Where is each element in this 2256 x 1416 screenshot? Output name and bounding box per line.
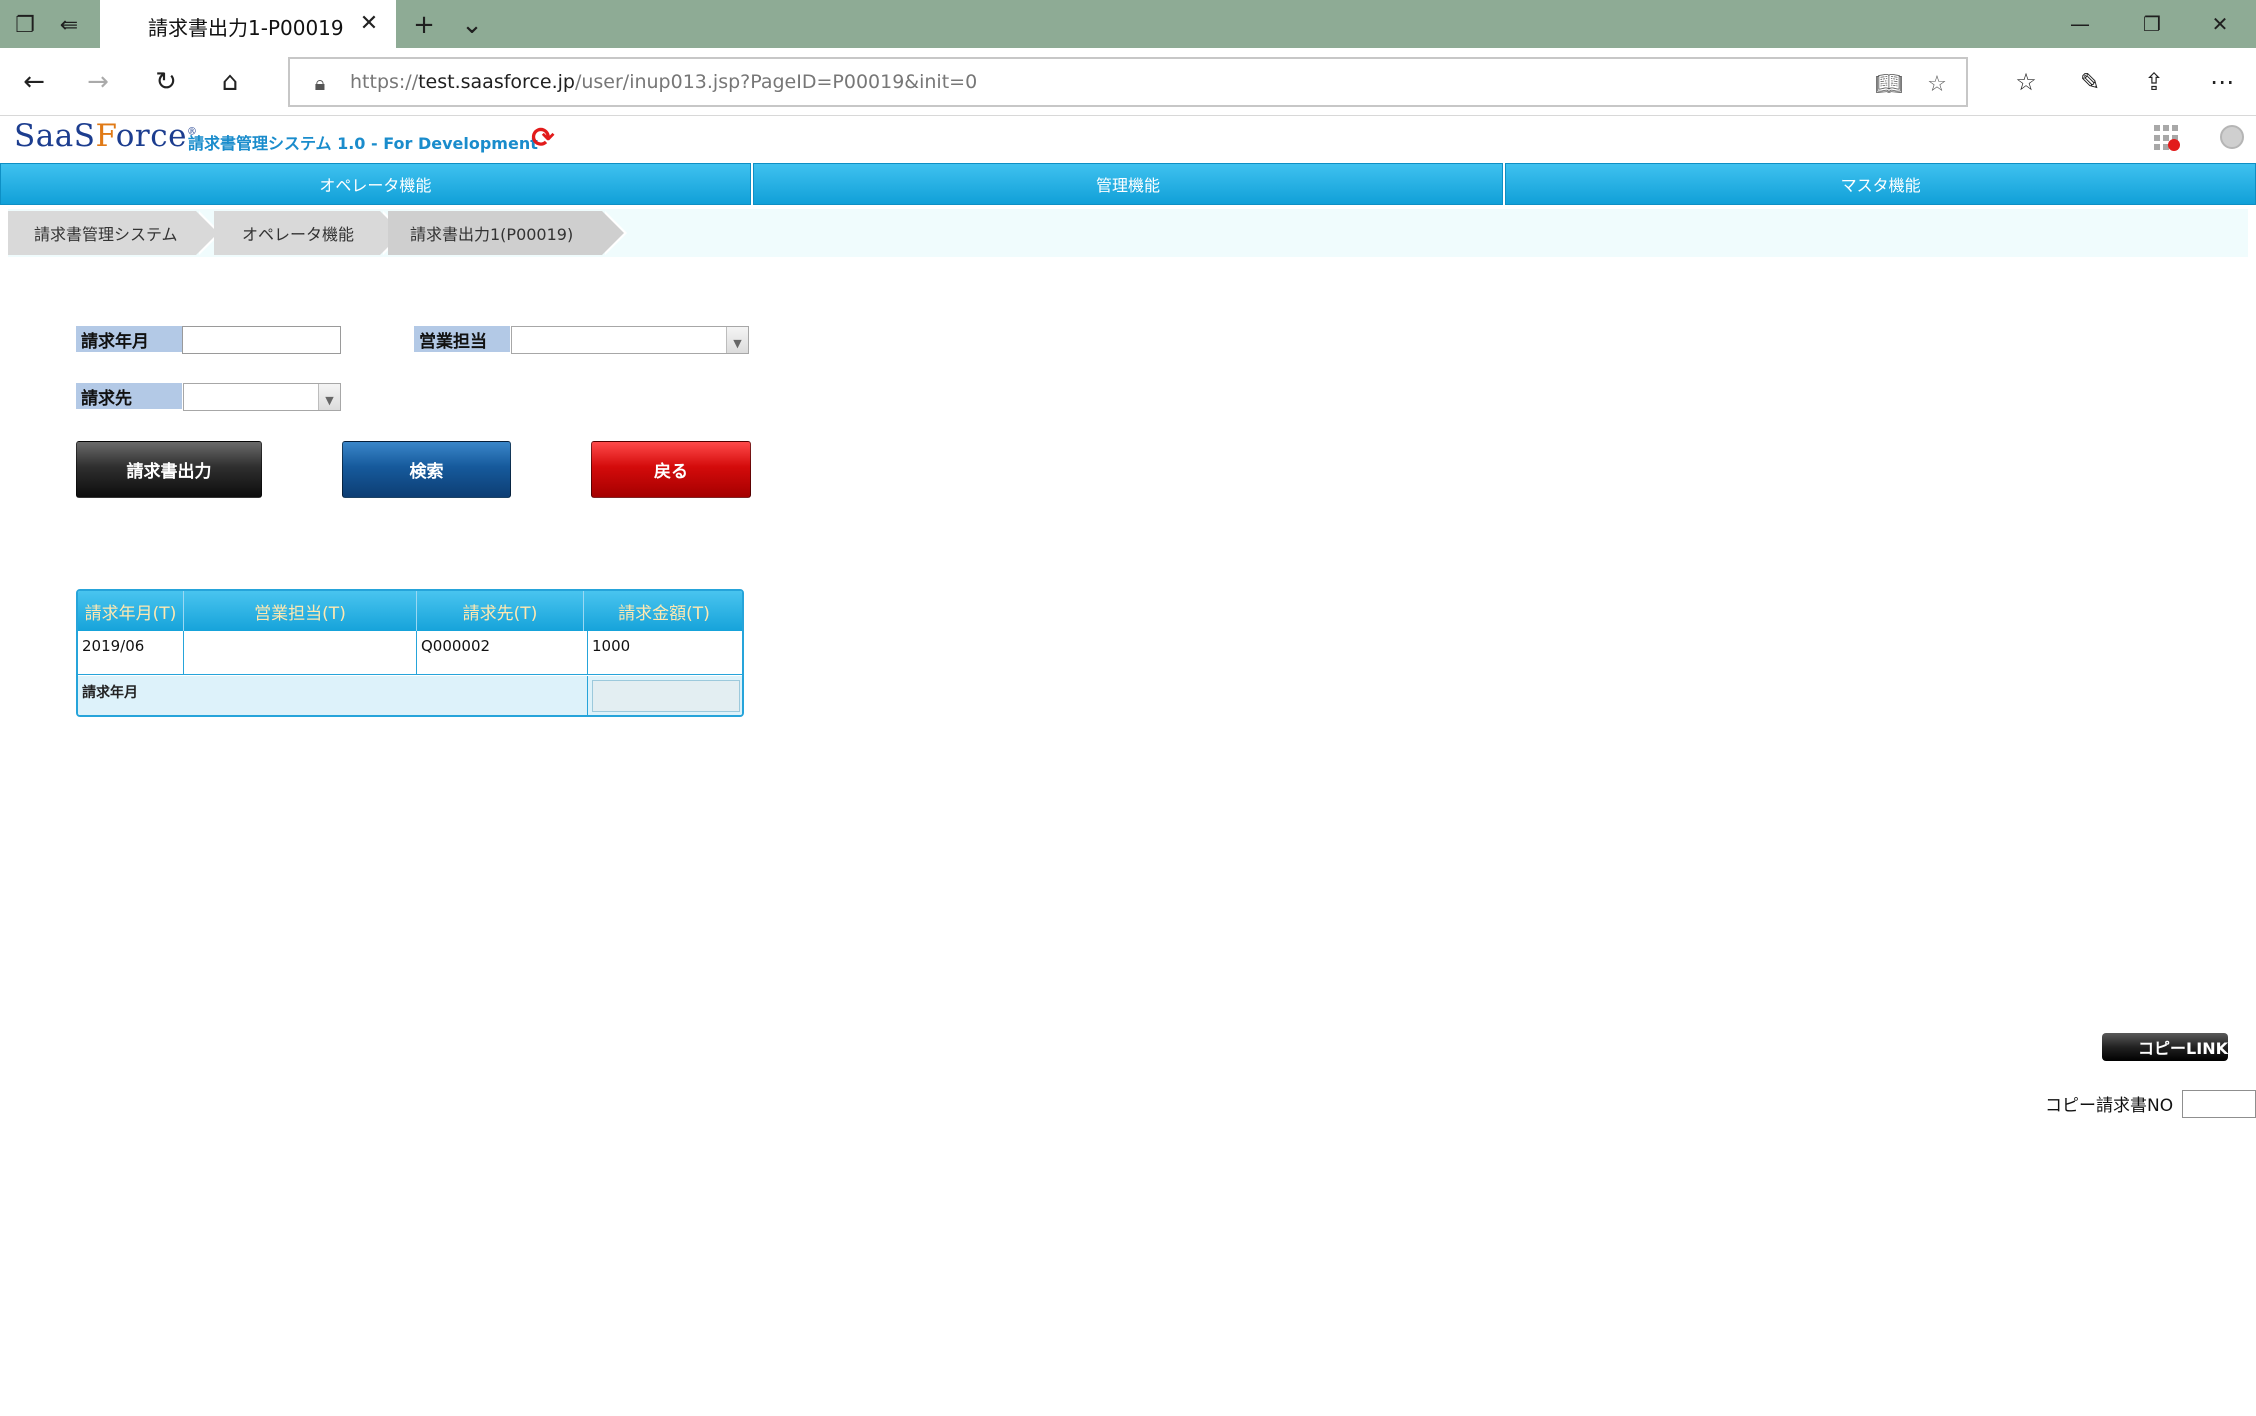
invoice-output-button[interactable]: 請求書出力 xyxy=(76,441,262,498)
more-menu-icon[interactable]: ⋯ xyxy=(2204,64,2240,100)
dropdown-arrow-icon[interactable]: ▼ xyxy=(726,327,748,353)
dropdown-arrow-icon[interactable]: ▼ xyxy=(318,384,340,410)
column-header-sales-rep[interactable]: 営業担当(T) xyxy=(184,591,417,631)
lock-icon: 🔒︎ xyxy=(314,71,326,95)
url-text: https://test.saasforce.jp/user/inup013.j… xyxy=(350,71,978,93)
customer-label: 請求先 xyxy=(76,383,182,409)
column-header-amount[interactable]: 請求金額(T) xyxy=(584,591,742,631)
new-tab-icon[interactable]: + xyxy=(408,9,440,41)
restore-icon[interactable]: ❐ xyxy=(2132,6,2172,42)
copy-invoice-no-label: コピー請求書NO xyxy=(2045,1096,2174,1116)
results-grid: 請求年月(T) 営業担当(T) 請求先(T) 請求金額(T) 2019/06 Q… xyxy=(76,589,744,717)
share-icon[interactable]: ⇪ xyxy=(2136,64,2172,100)
table-cell-billing-month[interactable]: 2019/06 xyxy=(78,631,184,675)
browser-navbar: ← → ↻ ⌂ 🔒︎ https://test.saasforce.jp/use… xyxy=(0,48,2256,116)
table-cell-sales-rep[interactable] xyxy=(184,631,417,675)
user-avatar-icon[interactable] xyxy=(2220,125,2244,149)
table-cell-customer[interactable]: Q000002 xyxy=(417,631,588,675)
reload-icon[interactable]: ↻ xyxy=(148,64,184,100)
sales-rep-label: 営業担当 xyxy=(414,326,510,352)
menu-master[interactable]: マスタ機能 xyxy=(1505,163,2256,205)
tab-actions-icon[interactable]: ❐ xyxy=(10,10,40,40)
reading-view-icon[interactable]: 📖︎ xyxy=(1874,69,1904,99)
close-tab-icon[interactable]: ✕ xyxy=(354,8,384,38)
breadcrumb-current: 請求書出力1(P00019) xyxy=(388,211,627,255)
tab-title: 請求書出力1-P00019 xyxy=(148,16,344,40)
column-header-customer[interactable]: 請求先(T) xyxy=(417,591,584,631)
pen-notes-icon[interactable]: ✎ xyxy=(2072,64,2108,100)
close-window-icon[interactable]: ✕ xyxy=(2200,6,2240,42)
copy-link-button[interactable]: コピーLINK xyxy=(2102,1033,2228,1061)
menu-admin[interactable]: 管理機能 xyxy=(752,163,1504,205)
back-arrow-icon[interactable]: ← xyxy=(16,64,52,100)
saasforce-logo[interactable]: SaaSForce® xyxy=(14,118,197,154)
browser-tab[interactable]: 請求書出力1-P00019 ✕ xyxy=(100,0,396,48)
grid-footer-total xyxy=(588,676,742,715)
breadcrumb-system[interactable]: 請求書管理システム xyxy=(8,211,221,255)
app-header: SaaSForce® 請求書管理システム 1.0 - For Developme… xyxy=(0,116,2256,162)
billing-month-label: 請求年月 xyxy=(76,326,182,352)
grid-footer-label: 請求年月 xyxy=(78,676,588,715)
favorite-star-icon[interactable]: ☆ xyxy=(1922,69,1952,99)
main-menu: オペレータ機能 管理機能 マスタ機能 xyxy=(0,163,2256,205)
breadcrumb-operator[interactable]: オペレータ機能 xyxy=(214,211,405,255)
address-bar[interactable]: 🔒︎ https://test.saasforce.jp/user/inup01… xyxy=(288,57,1968,107)
search-button[interactable]: 検索 xyxy=(342,441,511,498)
billing-month-input[interactable] xyxy=(182,326,341,354)
tab-list-chevron-icon[interactable]: ⌄ xyxy=(456,9,488,41)
copy-invoice-no-input[interactable] xyxy=(2182,1090,2256,1118)
sales-rep-select[interactable]: ▼ xyxy=(511,326,749,354)
forward-arrow-icon[interactable]: → xyxy=(80,64,116,100)
browser-titlebar: ❐ ⇚ 請求書出力1-P00019 ✕ + ⌄ — ❐ ✕ xyxy=(0,0,2256,48)
favorites-list-icon[interactable]: ☆ xyxy=(2008,64,2044,100)
minimize-icon[interactable]: — xyxy=(2060,6,2100,42)
table-cell-amount[interactable]: 1000 xyxy=(588,631,742,675)
app-subtitle: 請求書管理システム 1.0 - For Development xyxy=(188,134,538,153)
breadcrumb: 請求書管理システム オペレータ機能 請求書出力1(P00019) xyxy=(8,209,2248,257)
refresh-icon[interactable]: ⟳ xyxy=(528,121,558,154)
notification-dot xyxy=(2168,139,2180,151)
menu-operator[interactable]: オペレータ機能 xyxy=(0,163,751,205)
home-icon[interactable]: ⌂ xyxy=(212,64,248,100)
grid-footer-total-box xyxy=(592,680,740,712)
back-button[interactable]: 戻る xyxy=(591,441,751,498)
column-header-billing-month[interactable]: 請求年月(T) xyxy=(78,591,184,631)
customer-select[interactable]: ▼ xyxy=(183,383,341,411)
set-tabs-aside-icon[interactable]: ⇚ xyxy=(54,10,84,40)
